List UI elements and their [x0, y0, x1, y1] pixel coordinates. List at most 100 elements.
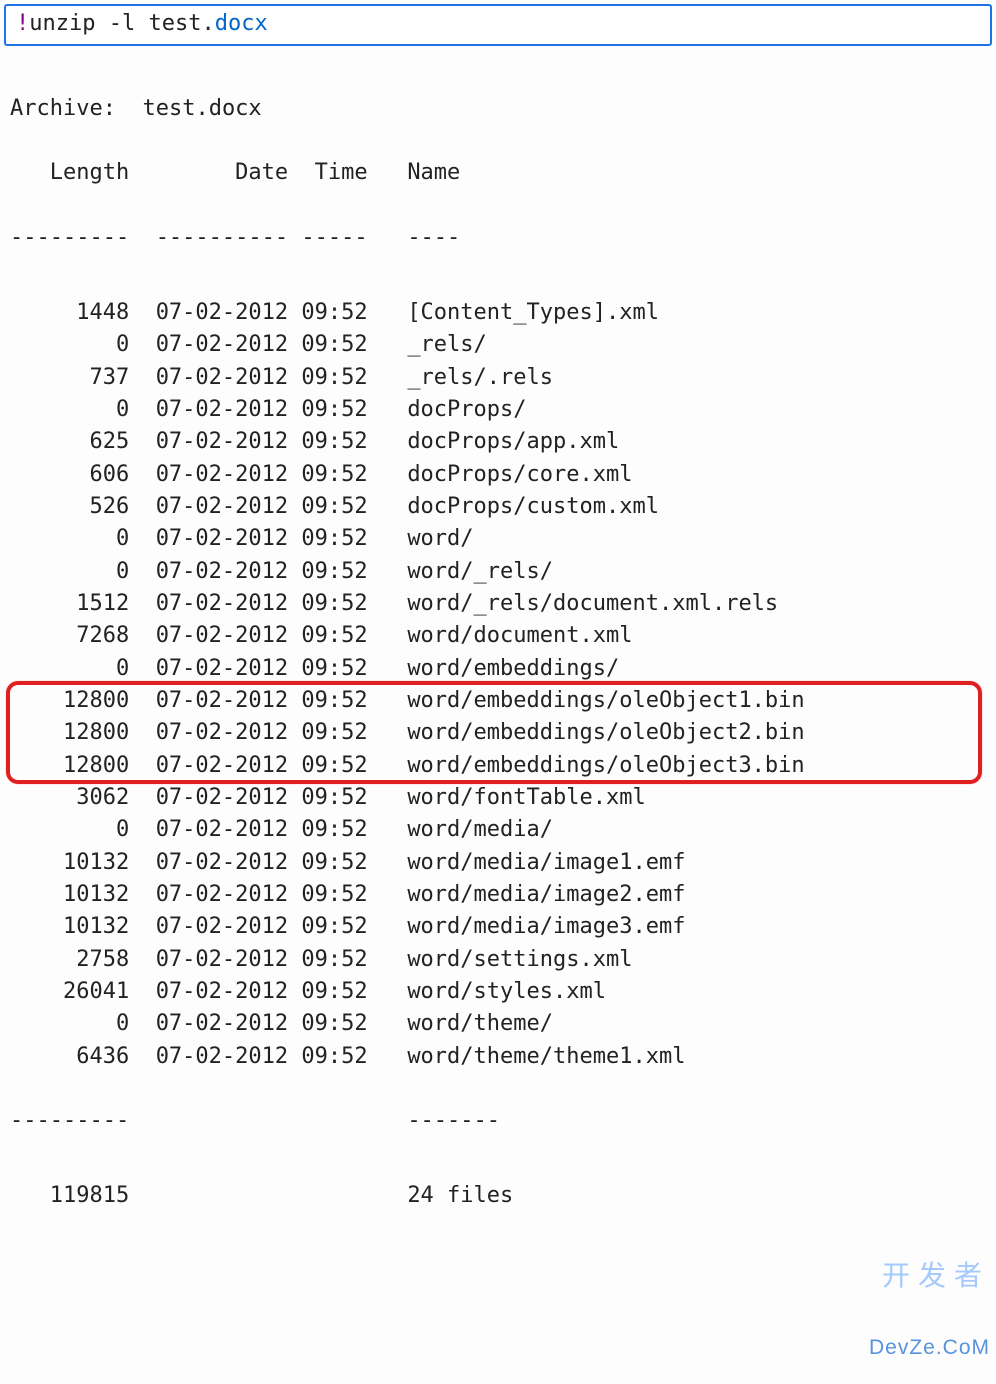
- cell-time: 09:52: [301, 394, 367, 426]
- cell-time: 09:52: [301, 556, 367, 588]
- dash-footer-row: --------- -------: [10, 1105, 986, 1148]
- cell-length: 0: [10, 329, 129, 361]
- cell-name: docProps/core.xml: [407, 459, 632, 491]
- cell-name: word/_rels/: [407, 556, 553, 588]
- cell-length: 737: [10, 362, 129, 394]
- header-length: Length: [10, 157, 129, 189]
- footer-row: 119815 24 files: [10, 1180, 986, 1212]
- table-row: 10132 07-02-2012 09:52 word/media/image3…: [10, 911, 986, 943]
- cell-length: 0: [10, 653, 129, 685]
- table-row: 0 07-02-2012 09:52 word/embeddings/: [10, 653, 986, 685]
- header-time: Time: [301, 157, 367, 189]
- cell-length: 0: [10, 814, 129, 846]
- archive-line: Archive: test.docx: [10, 93, 986, 125]
- cell-time: 09:52: [301, 911, 367, 943]
- cell-name: docProps/app.xml: [407, 426, 619, 458]
- table-row: 12800 07-02-2012 09:52 word/embeddings/o…: [10, 750, 986, 782]
- cell-name: word/document.xml: [407, 620, 632, 652]
- table-row: 6436 07-02-2012 09:52 word/theme/theme1.…: [10, 1041, 986, 1073]
- cell-time: 09:52: [301, 847, 367, 879]
- table-row: 0 07-02-2012 09:52 word/_rels/: [10, 556, 986, 588]
- cell-time: 09:52: [301, 426, 367, 458]
- table-row: 7268 07-02-2012 09:52 word/document.xml: [10, 620, 986, 652]
- cell-date: 07-02-2012: [156, 297, 288, 329]
- cell-name: word/styles.xml: [407, 976, 606, 1008]
- cell-time: 09:52: [301, 588, 367, 620]
- cell-length: 1512: [10, 588, 129, 620]
- cell-date: 07-02-2012: [156, 491, 288, 523]
- cell-date: 07-02-2012: [156, 750, 288, 782]
- table-row: 3062 07-02-2012 09:52 word/fontTable.xml: [10, 782, 986, 814]
- cell-name: word/: [407, 523, 473, 555]
- cell-time: 09:52: [301, 750, 367, 782]
- cell-date: 07-02-2012: [156, 362, 288, 394]
- cell-date: 07-02-2012: [156, 879, 288, 911]
- cell-length: 526: [10, 491, 129, 523]
- cell-length: 12800: [10, 685, 129, 717]
- cell-date: 07-02-2012: [156, 1041, 288, 1073]
- cell-name: word/embeddings/oleObject2.bin: [407, 717, 804, 749]
- cell-time: 09:52: [301, 976, 367, 1008]
- cell-length: 0: [10, 1008, 129, 1040]
- cell-name: _rels/.rels: [407, 362, 553, 394]
- cell-length: 6436: [10, 1041, 129, 1073]
- shell-bang: !: [16, 11, 29, 36]
- table-row: 12800 07-02-2012 09:52 word/embeddings/o…: [10, 685, 986, 717]
- table-row: 12800 07-02-2012 09:52 word/embeddings/o…: [10, 717, 986, 749]
- cell-name: word/media/image3.emf: [407, 911, 685, 943]
- command-flag: -l: [109, 11, 136, 36]
- cell-name: word/embeddings/oleObject3.bin: [407, 750, 804, 782]
- header-date: Date: [156, 157, 288, 189]
- cell-name: word/embeddings/: [407, 653, 619, 685]
- cell-length: 10132: [10, 847, 129, 879]
- table-row: 606 07-02-2012 09:52 docProps/core.xml: [10, 459, 986, 491]
- cell-length: 7268: [10, 620, 129, 652]
- table-row: 1512 07-02-2012 09:52 word/_rels/documen…: [10, 588, 986, 620]
- cell-name: docProps/custom.xml: [407, 491, 659, 523]
- command-name: unzip: [29, 11, 95, 36]
- table-row: 26041 07-02-2012 09:52 word/styles.xml: [10, 976, 986, 1008]
- cell-time: 09:52: [301, 782, 367, 814]
- table-row: 0 07-02-2012 09:52 _rels/: [10, 329, 986, 361]
- cell-name: docProps/: [407, 394, 526, 426]
- cell-length: 1448: [10, 297, 129, 329]
- footer-length: 119815: [10, 1180, 129, 1212]
- header-row: Length Date Time Name: [10, 157, 986, 189]
- table-row: 1448 07-02-2012 09:52 [Content_Types].xm…: [10, 297, 986, 329]
- cell-time: 09:52: [301, 620, 367, 652]
- header-name: Name: [407, 157, 460, 189]
- table-row: 2758 07-02-2012 09:52 word/settings.xml: [10, 944, 986, 976]
- command-arg-ext: docx: [215, 11, 268, 36]
- cell-length: 606: [10, 459, 129, 491]
- cell-date: 07-02-2012: [156, 717, 288, 749]
- command-input[interactable]: !unzip -l test.docx: [4, 4, 992, 46]
- cell-time: 09:52: [301, 685, 367, 717]
- cell-name: [Content_Types].xml: [407, 297, 659, 329]
- cell-time: 09:52: [301, 814, 367, 846]
- table-row: 737 07-02-2012 09:52 _rels/.rels: [10, 362, 986, 394]
- cell-time: 09:52: [301, 1041, 367, 1073]
- footer-name: 24 files: [407, 1180, 513, 1212]
- cell-name: word/fontTable.xml: [407, 782, 645, 814]
- cell-date: 07-02-2012: [156, 556, 288, 588]
- cell-time: 09:52: [301, 297, 367, 329]
- cell-length: 26041: [10, 976, 129, 1008]
- cell-name: word/media/: [407, 814, 553, 846]
- table-row: 0 07-02-2012 09:52 word/theme/: [10, 1008, 986, 1040]
- cell-time: 09:52: [301, 362, 367, 394]
- table-row: 10132 07-02-2012 09:52 word/media/image1…: [10, 847, 986, 879]
- cell-date: 07-02-2012: [156, 1008, 288, 1040]
- cell-length: 12800: [10, 717, 129, 749]
- cell-date: 07-02-2012: [156, 459, 288, 491]
- cell-length: 12800: [10, 750, 129, 782]
- table-row: 0 07-02-2012 09:52 word/media/: [10, 814, 986, 846]
- table-row: 0 07-02-2012 09:52 word/: [10, 523, 986, 555]
- cell-time: 09:52: [301, 879, 367, 911]
- cell-time: 09:52: [301, 523, 367, 555]
- cell-date: 07-02-2012: [156, 523, 288, 555]
- cell-length: 0: [10, 394, 129, 426]
- cell-date: 07-02-2012: [156, 911, 288, 943]
- cell-date: 07-02-2012: [156, 588, 288, 620]
- cell-time: 09:52: [301, 329, 367, 361]
- cell-name: word/_rels/document.xml.rels: [407, 588, 778, 620]
